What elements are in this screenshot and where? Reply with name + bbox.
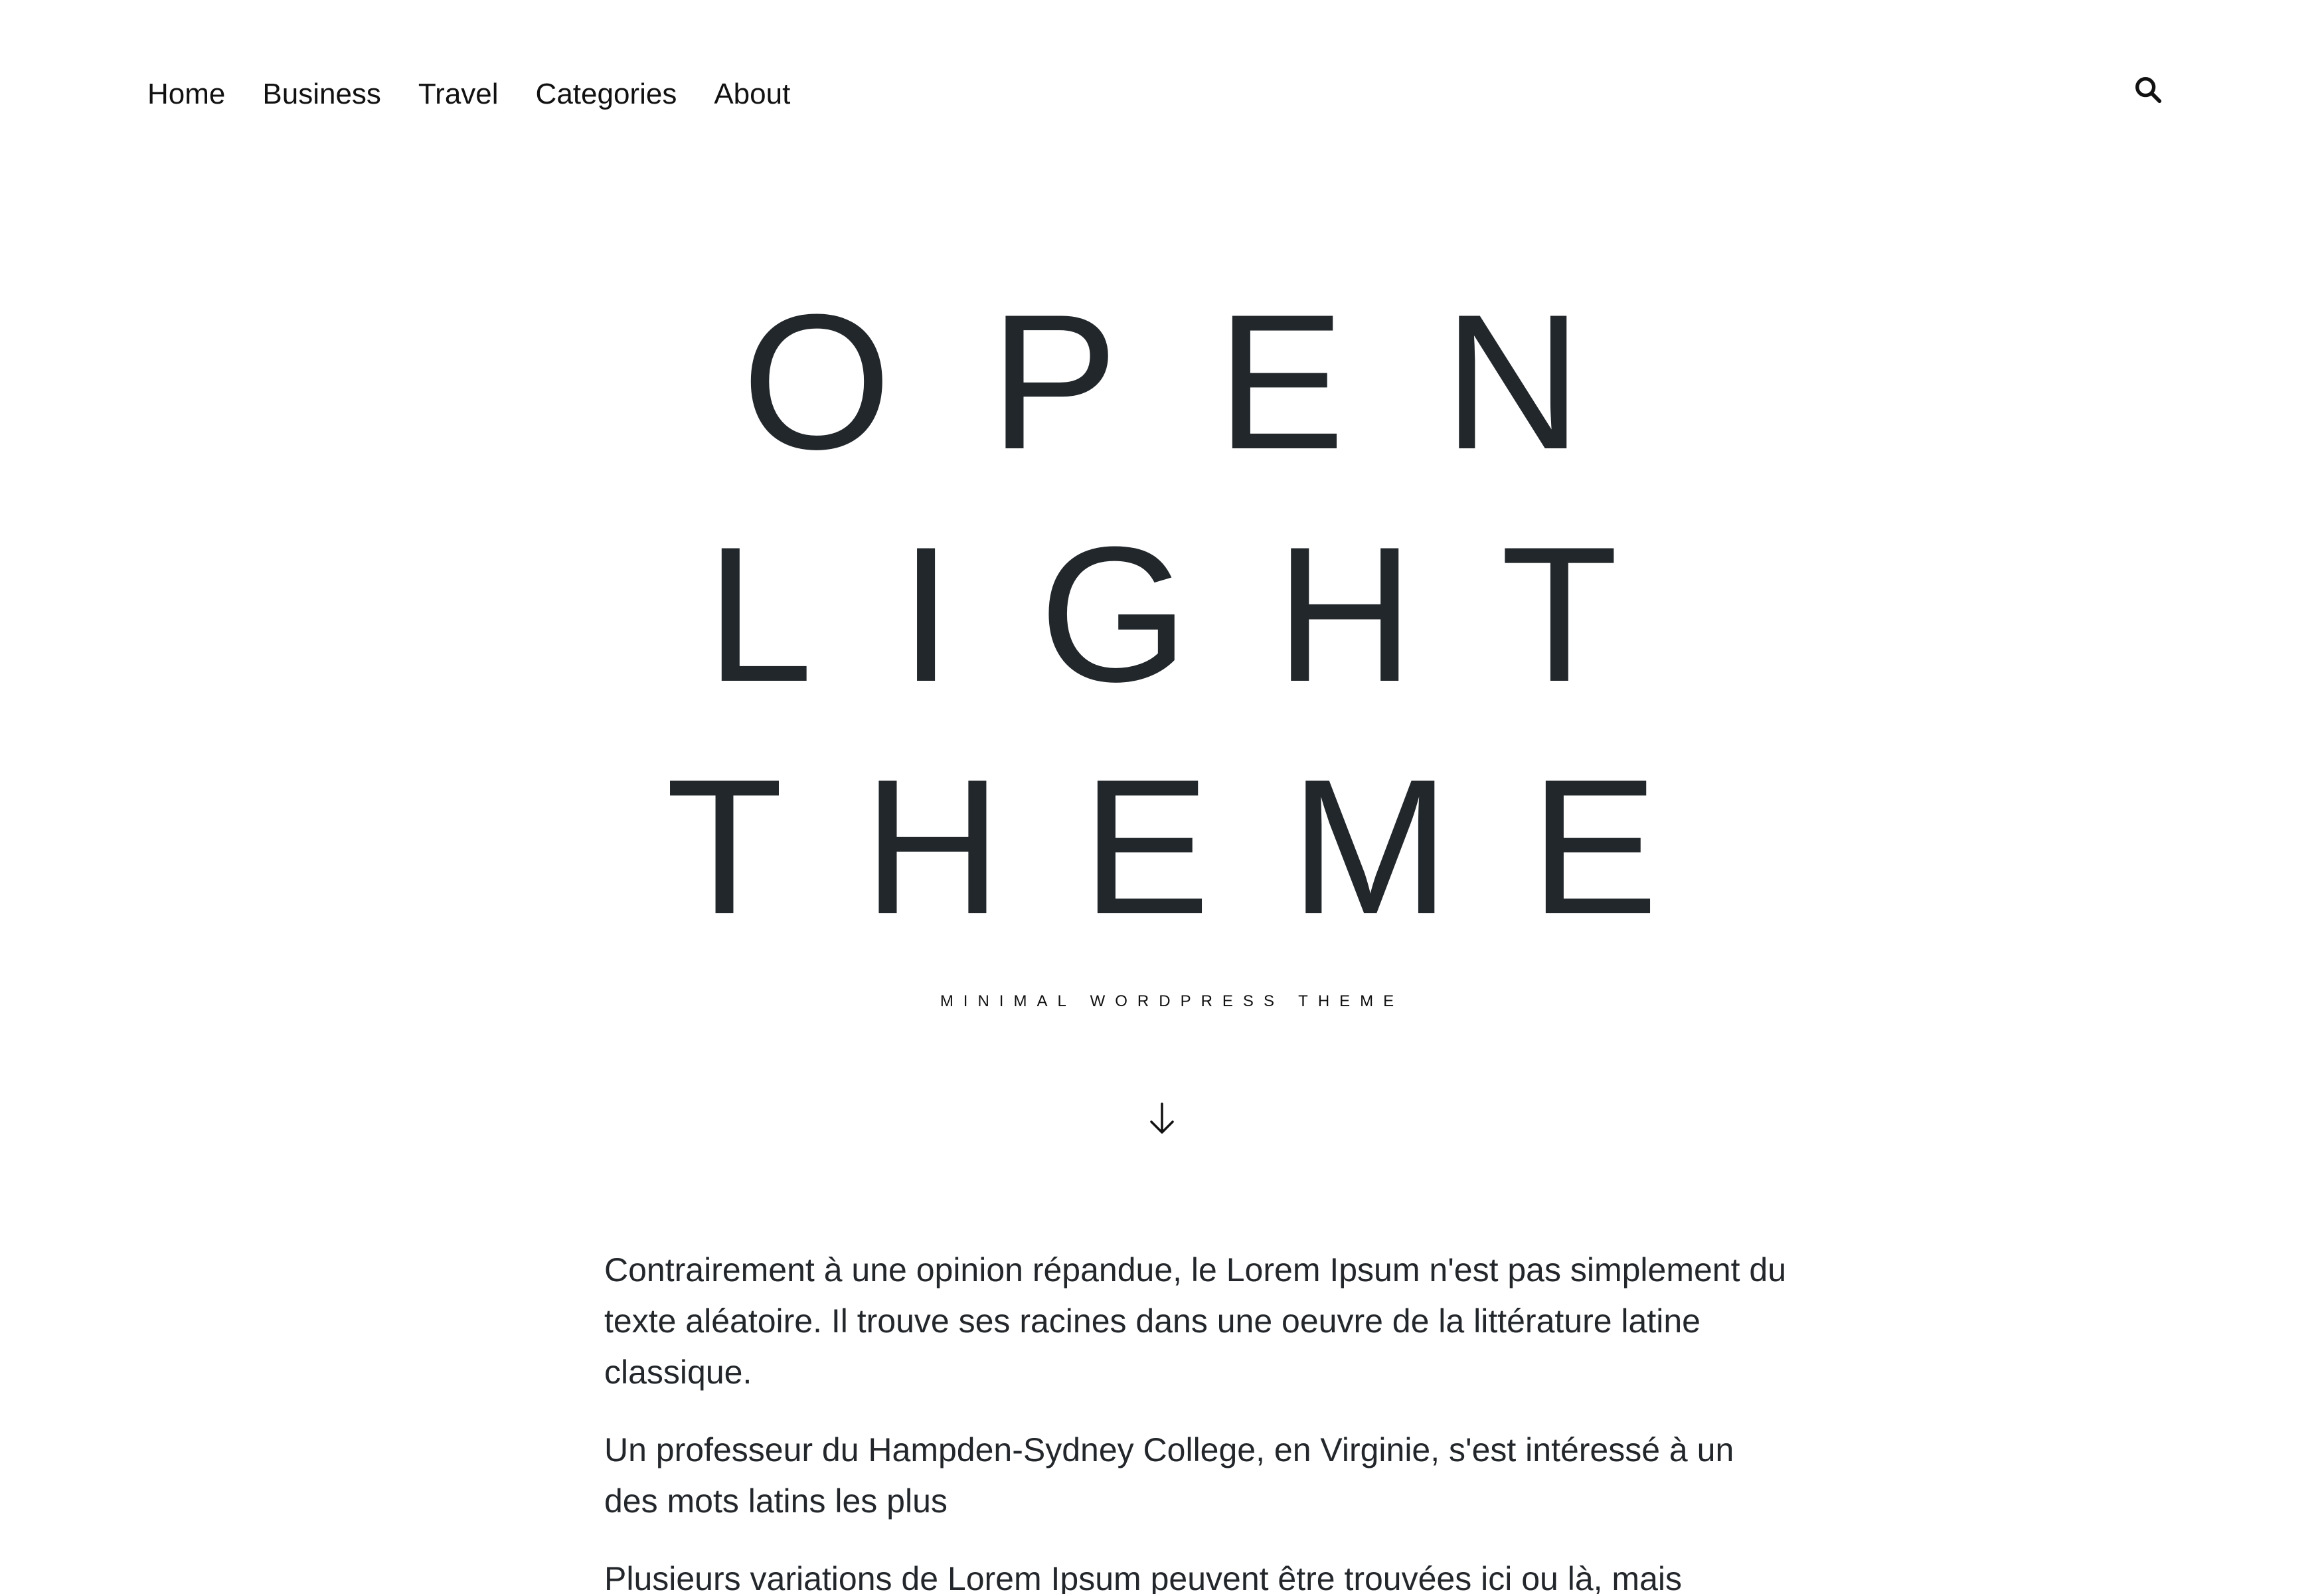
site-tagline: MINIMAL WORDPRESS THEME	[940, 992, 1404, 1010]
scroll-down-button[interactable]	[1143, 1100, 1181, 1137]
intro-paragraph-1: Contrairement à une opinion répandue, le…	[604, 1251, 1787, 1391]
intro-content: Contrairement à une opinion répandue, le…	[604, 1245, 1793, 1594]
search-button[interactable]	[2130, 72, 2166, 108]
search-icon	[2135, 77, 2162, 104]
site-title: OPEN LIGHT THEME	[0, 266, 2324, 963]
intro-paragraph-3: Plusieurs variations de Lorem Ipsum peuv…	[604, 1560, 1682, 1594]
site-title-line-2: LIGHT	[706, 507, 1704, 722]
nav-item-business[interactable]: Business	[262, 72, 381, 117]
nav-item-about[interactable]: About	[714, 72, 790, 117]
nav-item-travel[interactable]: Travel	[418, 72, 499, 117]
site-title-line-3: THEME	[665, 739, 1738, 954]
arrow-down-icon	[1150, 1103, 1174, 1134]
nav-item-home[interactable]: Home	[147, 72, 225, 117]
intro-paragraph-2: Un professeur du Hampden-Sydney College,…	[604, 1431, 1734, 1520]
primary-navigation: Home Business Travel Categories About	[147, 72, 827, 117]
site-title-line-1: OPEN	[742, 274, 1681, 489]
nav-item-categories[interactable]: Categories	[536, 72, 677, 117]
